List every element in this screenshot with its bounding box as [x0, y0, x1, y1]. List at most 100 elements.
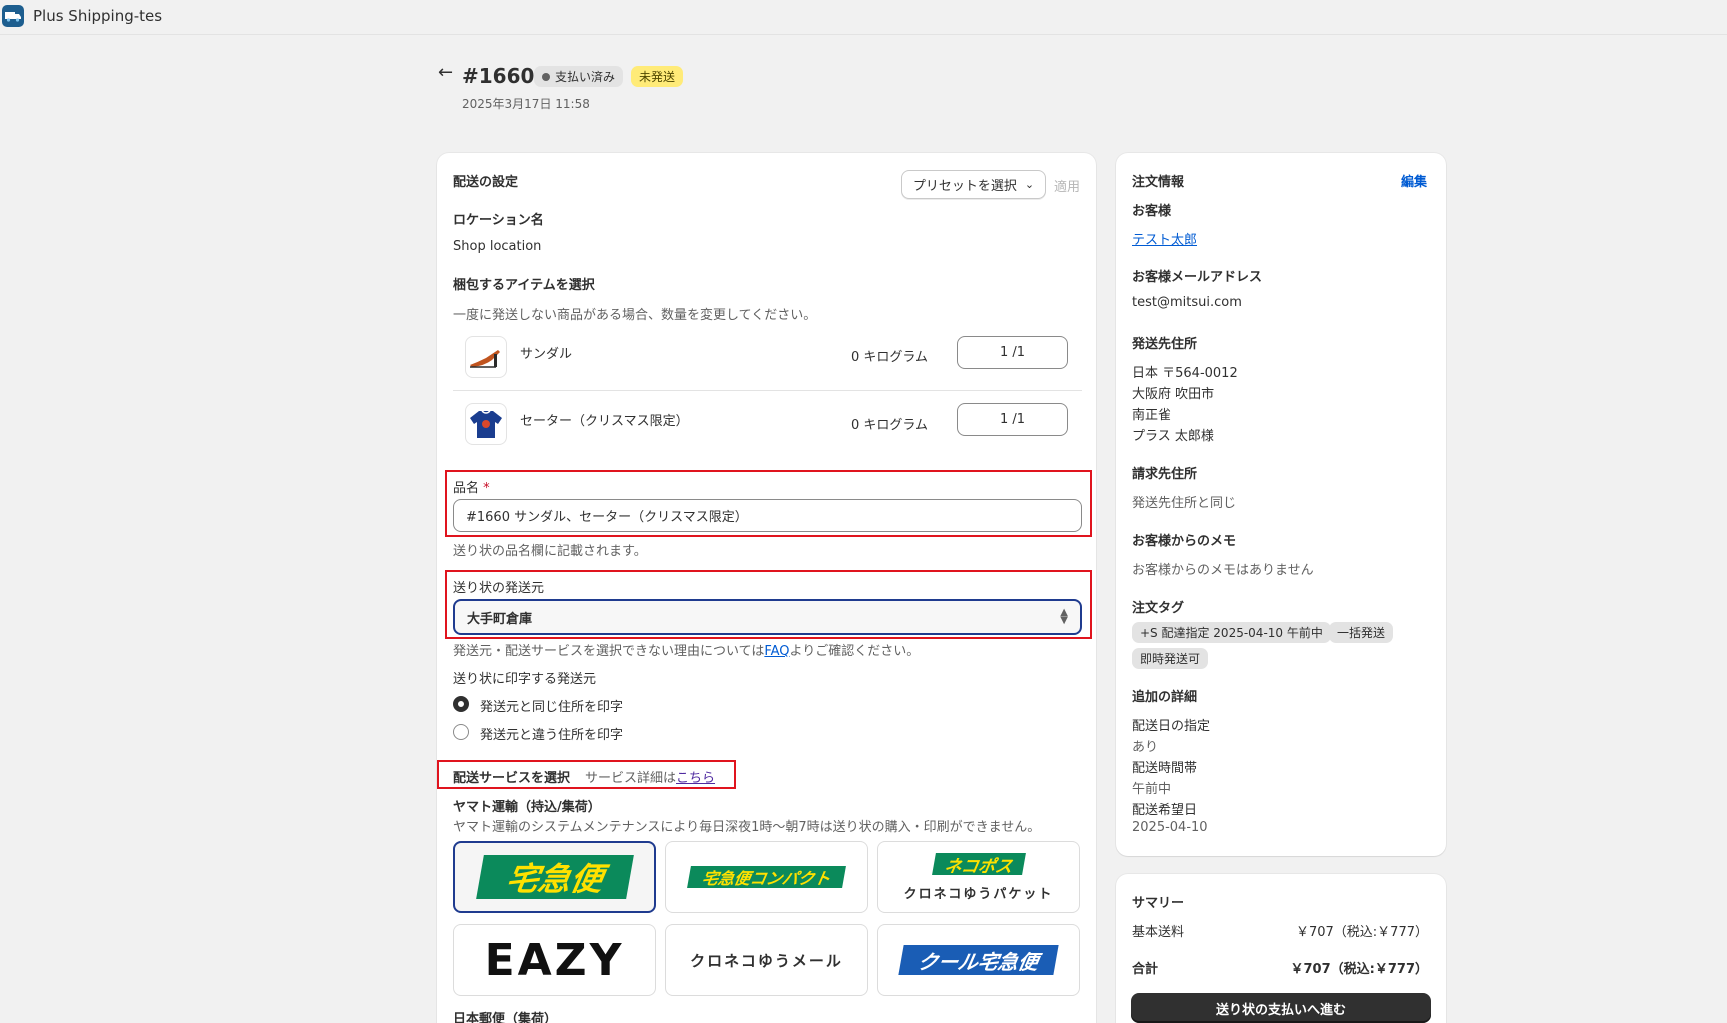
required-marker: * [483, 481, 490, 496]
ship-address-heading: 発送先住所 [1132, 337, 1198, 352]
item-divider [453, 390, 1082, 391]
app-bar-divider [0, 34, 1727, 35]
service-detail-link[interactable]: こちら [676, 771, 715, 786]
proceed-to-payment-button[interactable]: 送り状の支払いへ進む [1131, 993, 1431, 1023]
back-arrow-icon[interactable]: ← [438, 62, 453, 83]
order-date: 2025年3月17日 11:58 [462, 97, 590, 111]
total-value: ￥707（税込:￥777） [1290, 962, 1428, 977]
order-info-title: 注文情報 [1132, 175, 1185, 190]
origin-label: 送り状の発送元 [453, 581, 545, 596]
detail-label: 配送時間帯 [1132, 761, 1198, 776]
items-help: 一度に発送しない商品がある場合、数量を変更してください。 [453, 308, 817, 323]
sandal-icon [470, 350, 500, 368]
item-weight: 0 キログラム [851, 418, 929, 433]
ship-address-line: プラス 太郎様 [1132, 429, 1214, 444]
chevron-down-icon: ⌄ [1024, 178, 1035, 191]
payment-status-label: 支払い済み [555, 70, 616, 84]
ship-address-line: 日本 〒564-0012 [1132, 366, 1238, 381]
shipping-settings-title: 配送の設定 [453, 175, 519, 190]
ship-address-line: 大阪府 吹田市 [1132, 387, 1215, 402]
billing-value: 発送先住所と同じ [1132, 496, 1237, 511]
order-info-card: 注文情報 編集 お客様 テスト太郎 お客様メールアドレス test@mitsui… [1116, 153, 1446, 856]
takkyubin-logo: 宅急便 [475, 855, 634, 899]
print-same-address-radio[interactable] [453, 696, 469, 712]
cool-logo: クール宅急便 [898, 945, 1059, 975]
items-heading: 梱包するアイテムを選択 [453, 278, 595, 293]
radio-label: 発送元と同じ住所を印字 [480, 700, 624, 715]
memo-value: お客様からのメモはありません [1132, 563, 1314, 578]
detail-label: 配送日の指定 [1132, 719, 1211, 734]
eazy-logo: EAZY [484, 934, 625, 986]
origin-select[interactable]: 大手町倉庫 ▲ ▼ [453, 599, 1082, 635]
print-different-address-radio[interactable] [453, 724, 469, 740]
yamato-heading: ヤマト運輸（持込/集荷） [453, 800, 601, 815]
summary-card: サマリー 基本送料 ￥707（税込:￥777） 合計 ￥707（税込:￥777）… [1116, 874, 1446, 1023]
location-value: Shop location [453, 239, 542, 254]
order-tag: 即時発送可 [1132, 648, 1209, 669]
customer-name-link[interactable]: テスト太郎 [1132, 229, 1197, 248]
service-yu-mail[interactable]: クロネコゆうメール [665, 924, 868, 996]
item-weight: 0 キログラム [851, 350, 929, 365]
service-heading: 配送サービスを選択 [453, 771, 571, 786]
service-takkyubin[interactable]: 宅急便 [453, 841, 656, 913]
email-heading: お客様メールアドレス [1132, 270, 1263, 285]
order-number: #1660 [462, 64, 535, 88]
customer-heading: お客様 [1132, 204, 1172, 219]
billing-heading: 請求先住所 [1132, 467, 1198, 482]
detail-value: 午前中 [1132, 782, 1172, 797]
product-name-label: 品名 * [453, 481, 490, 496]
yu-mail-label: クロネコゆうメール [690, 951, 843, 970]
tags-heading: 注文タグ [1132, 601, 1185, 616]
item-name: セーター（クリスマス限定） [520, 414, 689, 429]
order-tag: +S 配達指定 2025-04-10 午前中 [1132, 622, 1331, 643]
nekopos-logo: ネコポス [931, 852, 1026, 876]
memo-heading: お客様からのメモ [1132, 534, 1237, 549]
base-shipping-value: ￥707（税込:￥777） [1295, 925, 1428, 940]
preset-select-button[interactable]: プリセットを選択 ⌄ [901, 170, 1046, 199]
sweater-icon [470, 410, 502, 438]
app-bar: Plus Shipping-tes [0, 0, 1727, 32]
compact-logo: 宅急便コンパクト [687, 866, 846, 888]
apply-button[interactable]: 適用 [1054, 176, 1080, 195]
customer-email: test@mitsui.com [1132, 295, 1242, 310]
yamato-notice: ヤマト運輸のシステムメンテナンスにより毎日深夜1時〜朝7時は送り状の購入・印刷が… [453, 820, 1041, 835]
preset-select-label: プリセットを選択 [912, 179, 1017, 194]
fulfillment-status-badge: 未発送 [631, 66, 684, 87]
base-shipping-label: 基本送料 [1132, 925, 1185, 940]
service-compact[interactable]: 宅急便コンパクト [665, 841, 868, 913]
status-dot-icon [542, 72, 550, 81]
sandal-thumbnail [465, 336, 507, 378]
sweater-thumbnail [465, 403, 507, 445]
origin-select-value: 大手町倉庫 [467, 611, 533, 627]
nekopos-sub-label: クロネコゆうパケット [903, 886, 1054, 902]
item-name: サンダル [520, 347, 573, 362]
location-heading: ロケーション名 [453, 213, 544, 228]
truck-icon [2, 5, 24, 27]
app-name: Plus Shipping-tes [33, 7, 163, 25]
item-quantity-input[interactable]: 1 /1 [957, 403, 1068, 436]
detail-label: 配送希望日 [1132, 803, 1198, 818]
service-cool[interactable]: クール宅急便 [877, 924, 1080, 996]
shipping-settings-card: 配送の設定 プリセットを選択 ⌄ 適用 ロケーション名 Shop locatio… [437, 153, 1096, 1023]
select-arrows-icon: ▲ ▼ [1060, 607, 1068, 626]
detail-value: あり [1132, 740, 1159, 755]
print-origin-heading: 送り状に印字する発送元 [453, 672, 597, 687]
payment-status-badge: 支払い済み [534, 66, 624, 87]
radio-label: 発送元と違う住所を印字 [480, 728, 624, 743]
origin-help: 発送元・配送サービスを選択できない理由についてはFAQよりご確認ください。 [453, 644, 920, 659]
detail-value: 2025-04-10 [1132, 820, 1208, 835]
product-name-input[interactable]: #1660 サンダル、セーター（クリスマス限定） [453, 499, 1082, 532]
details-heading: 追加の詳細 [1132, 690, 1198, 705]
summary-title: サマリー [1132, 896, 1185, 911]
ship-address-line: 南正雀 [1132, 408, 1172, 423]
item-quantity-input[interactable]: 1 /1 [957, 336, 1068, 369]
service-nekopos[interactable]: ネコポス クロネコゆうパケット [877, 841, 1080, 913]
faq-link[interactable]: FAQ [764, 644, 789, 659]
total-label: 合計 [1132, 962, 1159, 977]
order-tag: 一括発送 [1329, 622, 1394, 643]
product-name-help: 送り状の品名欄に記載されます。 [453, 544, 647, 559]
service-detail: サービス詳細はこちら [585, 771, 716, 786]
service-eazy[interactable]: EAZY [453, 924, 656, 996]
japanpost-heading: 日本郵便（集荷） [453, 1012, 558, 1023]
edit-link[interactable]: 編集 [1401, 171, 1427, 190]
